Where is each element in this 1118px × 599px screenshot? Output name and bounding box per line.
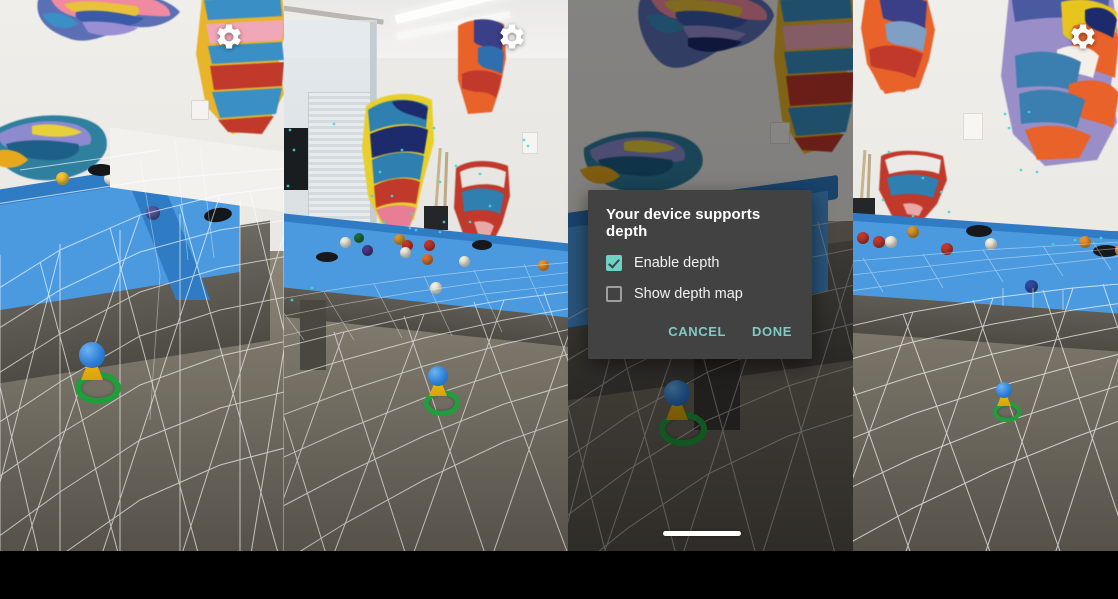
pool-ball <box>422 254 433 265</box>
dark-monitor <box>284 128 308 190</box>
app-screen: Your device supports depth Enable depth … <box>0 0 1118 599</box>
table-pocket <box>472 240 492 250</box>
pool-ball <box>430 282 442 294</box>
pool-ball <box>340 237 351 248</box>
ar-panel-1 <box>0 0 284 551</box>
wall-notice <box>522 132 538 154</box>
ar-panel-4 <box>853 0 1118 551</box>
pool-ball <box>424 240 435 251</box>
ar-marker-sphere <box>428 366 448 386</box>
pool-ball <box>885 236 897 248</box>
pool-ball <box>146 206 160 220</box>
table-leg <box>300 300 326 370</box>
dialog-actions: CANCEL DONE <box>588 308 812 359</box>
pool-ball <box>1079 236 1091 248</box>
bottom-system-bar <box>0 551 1118 599</box>
enable-depth-label: Enable depth <box>634 255 720 271</box>
enable-depth-row[interactable]: Enable depth <box>588 250 812 276</box>
pool-ball <box>538 260 549 271</box>
mural-art <box>879 150 947 220</box>
dialog-title: Your device supports depth <box>606 206 761 240</box>
done-button[interactable]: DONE <box>742 316 802 347</box>
pool-ball <box>985 238 997 250</box>
ar-placed-marker <box>422 366 460 416</box>
enable-depth-checkbox[interactable] <box>606 255 622 271</box>
mural-art <box>861 0 935 94</box>
ar-panel-2 <box>284 0 568 551</box>
table-pocket <box>966 225 992 237</box>
depth-support-dialog: Your device supports depth Enable depth … <box>588 190 812 359</box>
ar-marker-sphere <box>79 342 105 368</box>
pool-ball <box>873 236 885 248</box>
pool-ball <box>459 256 470 267</box>
show-depth-map-label: Show depth map <box>634 286 743 302</box>
pool-ball <box>941 243 953 255</box>
cue-rack <box>424 206 448 230</box>
pool-ball <box>907 226 919 238</box>
settings-gear-icon[interactable] <box>497 22 527 52</box>
mural-art <box>37 0 180 41</box>
ar-placed-marker <box>991 382 1021 422</box>
pool-ball <box>1025 280 1038 293</box>
settings-gear-icon[interactable] <box>1068 22 1098 52</box>
mural-art <box>1001 0 1118 166</box>
pool-ball <box>56 172 69 185</box>
pool-ball <box>857 232 869 244</box>
table-pocket <box>316 252 338 262</box>
wall-switch-plate <box>191 100 209 120</box>
ar-placed-marker <box>72 342 121 404</box>
settings-gear-icon[interactable] <box>214 22 244 52</box>
cancel-button[interactable]: CANCEL <box>658 316 736 347</box>
mural-art <box>196 0 284 134</box>
show-depth-map-checkbox[interactable] <box>606 286 622 302</box>
pool-ball <box>362 245 373 256</box>
pool-ball <box>354 233 364 243</box>
show-depth-map-row[interactable]: Show depth map <box>588 276 812 308</box>
pool-ball <box>400 247 411 258</box>
wall-notice <box>963 113 983 140</box>
ar-marker-sphere <box>996 382 1012 398</box>
system-navigation-pill[interactable] <box>663 531 741 536</box>
